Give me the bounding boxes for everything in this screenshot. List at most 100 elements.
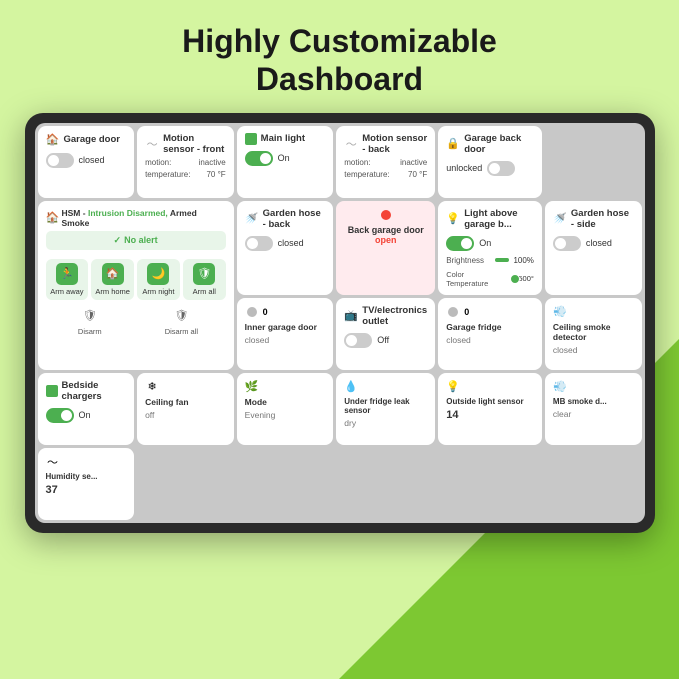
- motion-back-icon: 〜: [344, 137, 358, 151]
- hose-back-toggle[interactable]: closed: [245, 236, 326, 251]
- light-above-toggle[interactable]: On: [446, 236, 534, 251]
- light-above-toggle-track[interactable]: [446, 236, 474, 251]
- disarm-all-label: Disarm all: [165, 327, 198, 336]
- fan-title: Ceiling fan: [145, 397, 226, 407]
- disarm-row: 🛡 Disarm 🛡 Disarm all: [46, 307, 226, 336]
- fridge-status: closed: [446, 335, 534, 345]
- bedside-title: Bedside chargers: [62, 380, 127, 402]
- outside-light-title: Outside light sensor: [446, 397, 534, 406]
- tile-outside-light: 💡 Outside light sensor 14: [438, 373, 542, 445]
- arm-home-icon: 🏠: [102, 263, 124, 285]
- under-fridge-title: Under fridge leak sensor: [344, 397, 427, 415]
- motion-front-info: motion: inactive: [145, 158, 226, 167]
- back-garage-alert-title: Back garage door: [344, 225, 427, 235]
- motion-label: motion:: [145, 158, 171, 167]
- tile-hsm-title: HSM - Intrusion Disarmed, Armed Smoke: [62, 208, 226, 228]
- arm-night-label: Arm night: [142, 287, 174, 296]
- temp-back-label: temperature:: [344, 170, 389, 179]
- page-header: Highly Customizable Dashboard: [0, 0, 679, 113]
- tile-garden-hose-back-title: Garden hose - back: [263, 208, 326, 230]
- tile-inner-garage: 0 Inner garage door closed: [237, 298, 334, 370]
- arm-away-button[interactable]: 🏃 Arm away: [46, 259, 89, 300]
- garage-back-toggle[interactable]: unlocked: [446, 161, 534, 176]
- mb-smoke-title: MB smoke d...: [553, 397, 634, 406]
- main-light-status: On: [278, 153, 290, 163]
- no-alert: ✓ No alert: [46, 231, 226, 250]
- back-garage-alert-status: open: [344, 235, 427, 245]
- light-above-status: On: [479, 238, 491, 248]
- motion-front-temp: temperature: 70 °F: [145, 170, 226, 179]
- arm-all-icon: 🛡: [193, 263, 215, 285]
- fan-icon: ❄: [145, 380, 159, 394]
- motion-back-label: motion:: [344, 158, 370, 167]
- arm-night-button[interactable]: 🌙 Arm night: [137, 259, 180, 300]
- bedside-toggle[interactable]: On: [46, 408, 127, 423]
- arm-all-button[interactable]: 🛡 Arm all: [183, 259, 226, 300]
- alert-door-icon: [379, 208, 393, 222]
- disarm-button[interactable]: 🛡 Disarm: [46, 307, 135, 336]
- motion-back-temp: temperature: 70 °F: [344, 170, 427, 179]
- mb-smoke-status: clear: [553, 409, 634, 419]
- tile-tv-outlet: 📺 TV/electronics outlet Off: [336, 298, 435, 370]
- smoke-icon: 💨: [553, 305, 567, 319]
- brightness-value: 100%: [513, 256, 533, 265]
- charger-icon: [46, 385, 58, 397]
- tv-toggle[interactable]: Off: [344, 333, 427, 348]
- title-line2: Dashboard: [256, 61, 423, 97]
- garage-door-status: closed: [79, 155, 105, 165]
- fridge-title: Garage fridge: [446, 322, 534, 332]
- main-light-icon: [245, 133, 257, 145]
- hose-side-toggle-track[interactable]: [553, 236, 581, 251]
- disarm-icon: 🛡: [81, 307, 99, 325]
- fridge-dot: [448, 307, 458, 317]
- outside-light-icon: 💡: [446, 380, 460, 394]
- hsm-icon: 🏠: [46, 211, 60, 225]
- mb-smoke-icon: 💨: [553, 380, 567, 394]
- inner-garage-count: 0: [263, 307, 268, 317]
- brightness-label: Brightness: [446, 256, 491, 265]
- mode-status: Evening: [245, 410, 326, 420]
- garage-door-toggle-track[interactable]: [46, 153, 74, 168]
- lock-icon: 🔒: [446, 137, 460, 151]
- inner-garage-icon: [245, 305, 259, 319]
- tile-main-light-title: Main light: [261, 133, 326, 144]
- tile-mode: 🌿 Mode Evening: [237, 373, 334, 445]
- tile-garden-hose-side: 🚿 Garden hose - side closed: [545, 201, 642, 295]
- arm-away-label: Arm away: [50, 287, 83, 296]
- disarm-all-button[interactable]: 🛡 Disarm all: [137, 307, 226, 336]
- hose-back-icon: 🚿: [245, 212, 259, 226]
- humidity-value: 37: [46, 484, 127, 496]
- motion-front-icon: 〜: [145, 137, 159, 151]
- tablet-screen: 🏠 Garage door closed 〜 Motion sensor - f…: [35, 123, 645, 523]
- arm-home-button[interactable]: 🏠 Arm home: [91, 259, 134, 300]
- home-icon: 🏠: [46, 133, 60, 147]
- tile-garage-door-title: Garage door: [64, 134, 127, 145]
- garage-door-toggle[interactable]: closed: [46, 153, 127, 168]
- main-light-toggle-track[interactable]: [245, 151, 273, 166]
- tile-motion-front: 〜 Motion sensor - front motion: inactive…: [137, 126, 234, 198]
- tablet: 🏠 Garage door closed 〜 Motion sensor - f…: [25, 113, 655, 533]
- hose-side-toggle[interactable]: closed: [553, 236, 634, 251]
- brightness-bar[interactable]: [495, 258, 509, 262]
- mode-icon: 🌿: [245, 380, 259, 394]
- fridge-count: 0: [464, 307, 469, 317]
- arm-home-label: Arm home: [95, 287, 130, 296]
- bedside-toggle-track[interactable]: [46, 408, 74, 423]
- arm-away-icon: 🏃: [56, 263, 78, 285]
- tile-motion-back-title: Motion sensor - back: [362, 133, 427, 155]
- garage-back-toggle-track[interactable]: [487, 161, 515, 176]
- inner-garage-title: Inner garage door: [245, 322, 326, 332]
- tile-garage-fridge: 0 Garage fridge closed: [438, 298, 542, 370]
- fan-status: off: [145, 410, 226, 420]
- tile-garage-door: 🏠 Garage door closed: [38, 126, 135, 198]
- tv-toggle-track[interactable]: [344, 333, 372, 348]
- tile-back-garage-alert: Back garage door open: [336, 201, 435, 295]
- disarm-label: Disarm: [78, 327, 102, 336]
- tile-mb-smoke: 💨 MB smoke d... clear: [545, 373, 642, 445]
- main-light-toggle[interactable]: On: [245, 151, 326, 166]
- humidity-icon: 〜: [46, 455, 60, 469]
- hose-back-toggle-track[interactable]: [245, 236, 273, 251]
- color-temp-thumb[interactable]: [510, 274, 520, 284]
- check-icon: ✓: [114, 235, 122, 246]
- hose-back-status: closed: [278, 238, 304, 248]
